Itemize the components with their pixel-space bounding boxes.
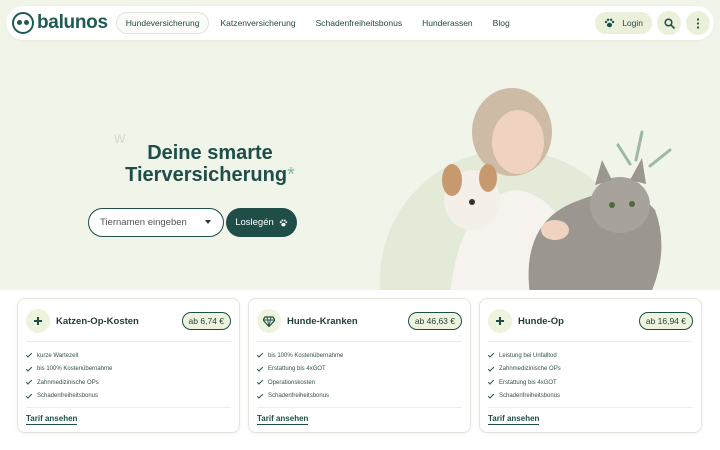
cta-button[interactable]: Loslegén: [226, 208, 297, 237]
nav-item-blog[interactable]: Blog: [484, 13, 519, 33]
check-icon: [25, 392, 33, 399]
check-icon: [25, 365, 33, 372]
price-badge: ab 6,74 €: [181, 312, 231, 330]
tariff-card-katzen-op: Katzen-Op-Kosten ab 6,74 € kurze Warteze…: [17, 298, 240, 433]
paw-icon: [604, 18, 615, 28]
hero-asterisk: *: [287, 164, 295, 186]
nav-item-katzenversicherung[interactable]: Katzenversicherung: [211, 13, 304, 33]
search-icon: [663, 17, 675, 29]
list-item: Operationskosten: [256, 376, 462, 390]
price-badge: ab 16,94 €: [638, 312, 693, 330]
check-icon: [256, 392, 264, 399]
list-item: Zahnmedizinische OPs: [25, 376, 231, 390]
tariff-card-hunde-kranken: Hunde-Kranken ab 46,63 € bis 100% Kosten…: [248, 298, 471, 433]
feature-list: Leistung bei Unfalltod Zahnmedizinische …: [480, 342, 701, 403]
hero-title-line2: Tierversicherung: [125, 164, 288, 186]
hero-title: Deine smarte Tierversicherung*: [110, 142, 310, 186]
nav-item-hunderassen[interactable]: Hunderassen: [413, 13, 482, 33]
list-item: Zahnmedizinische OPs: [487, 363, 693, 377]
more-vertical-icon: [696, 17, 700, 29]
check-icon: [487, 365, 495, 372]
top-navigation-bar: balunos Hundeversicherung Katzenversiche…: [6, 6, 714, 40]
check-icon: [256, 351, 264, 358]
divider: [257, 407, 462, 408]
check-icon: [256, 365, 264, 372]
logo-icon: [12, 12, 34, 34]
view-tariff-link[interactable]: Tarif ansehen: [488, 414, 540, 425]
brand-logo[interactable]: balunos: [12, 12, 108, 34]
more-menu-button[interactable]: [686, 11, 710, 35]
nav-item-hundeversicherung[interactable]: Hundeversicherung: [115, 12, 210, 34]
list-item: Leistung bei Unfalltod: [487, 349, 693, 363]
diamond-icon: [257, 309, 281, 333]
paw-icon: [279, 218, 288, 226]
pet-name-input-wrapper[interactable]: [88, 208, 224, 237]
nav-item-schadenfreiheitsbonus[interactable]: Schadenfreiheitsbonus: [307, 13, 411, 33]
check-icon: [25, 378, 33, 385]
login-label: Login: [622, 18, 643, 28]
feature-list: kurze Wartezeit bis 100% Kostenübernahme…: [18, 342, 239, 403]
list-item: bis 100% Kostenübernahme: [256, 349, 462, 363]
login-button[interactable]: Login: [595, 12, 652, 34]
check-icon: [25, 351, 33, 358]
list-item: kurze Wartezeit: [25, 349, 231, 363]
main-nav: Hundeversicherung Katzenversicherung Sch…: [115, 12, 521, 34]
search-button[interactable]: [657, 11, 681, 35]
brand-name: balunos: [37, 12, 108, 33]
feature-list: bis 100% Kostenübernahme Erstattung bis …: [249, 342, 470, 403]
pet-name-input[interactable]: [100, 217, 200, 228]
cta-label: Loslegén: [235, 217, 274, 228]
check-icon: [256, 378, 264, 385]
divider: [488, 407, 693, 408]
chevron-down-icon[interactable]: [205, 220, 211, 224]
list-item: Erstattung bis 4xGOT: [256, 363, 462, 377]
view-tariff-link[interactable]: Tarif ansehen: [257, 414, 309, 425]
hero-photo-woman-with-pets: [380, 88, 672, 295]
card-title: Hunde-Op: [518, 315, 564, 327]
view-tariff-link[interactable]: Tarif ansehen: [26, 414, 78, 425]
card-title: Katzen-Op-Kosten: [56, 315, 139, 327]
list-item: Schadenfreiheitsbonus: [487, 390, 693, 404]
price-badge: ab 46,63 €: [407, 312, 462, 330]
divider: [26, 407, 231, 408]
check-icon: [487, 378, 495, 385]
plus-icon: [26, 309, 50, 333]
check-icon: [487, 392, 495, 399]
plus-icon: [488, 309, 512, 333]
list-item: Erstattung bis 4xGOT: [487, 376, 693, 390]
list-item: bis 100% Kostenübernahme: [25, 363, 231, 377]
nav-actions: Login: [595, 11, 710, 35]
hero-title-line1: Deine smarte: [147, 142, 273, 164]
tariff-card-hunde-op: Hunde-Op ab 16,94 € Leistung bei Unfallt…: [479, 298, 702, 433]
list-item: Schadenfreiheitsbonus: [25, 390, 231, 404]
check-icon: [487, 351, 495, 358]
list-item: Schadenfreiheitsbonus: [256, 390, 462, 404]
card-title: Hunde-Kranken: [287, 315, 358, 327]
